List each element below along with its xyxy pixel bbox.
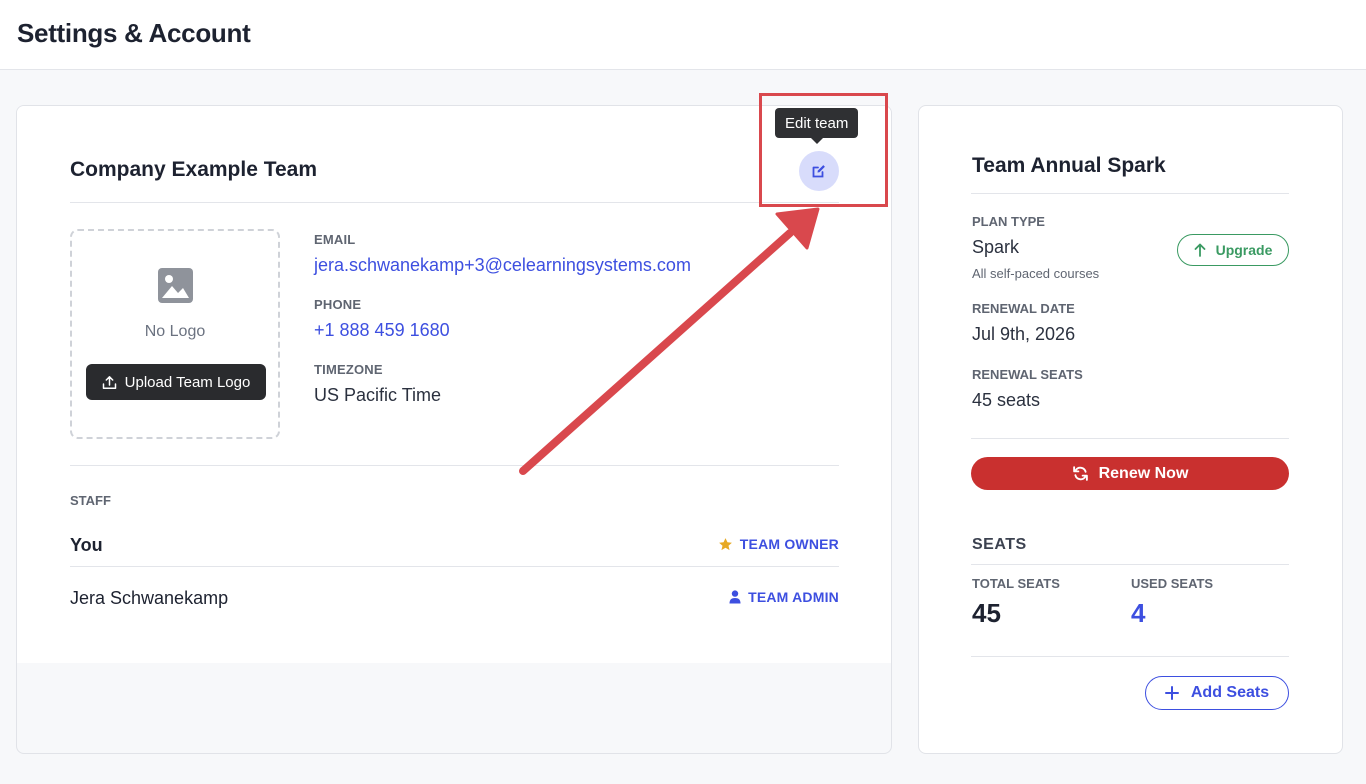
annotation-arrow-icon [519,207,820,475]
